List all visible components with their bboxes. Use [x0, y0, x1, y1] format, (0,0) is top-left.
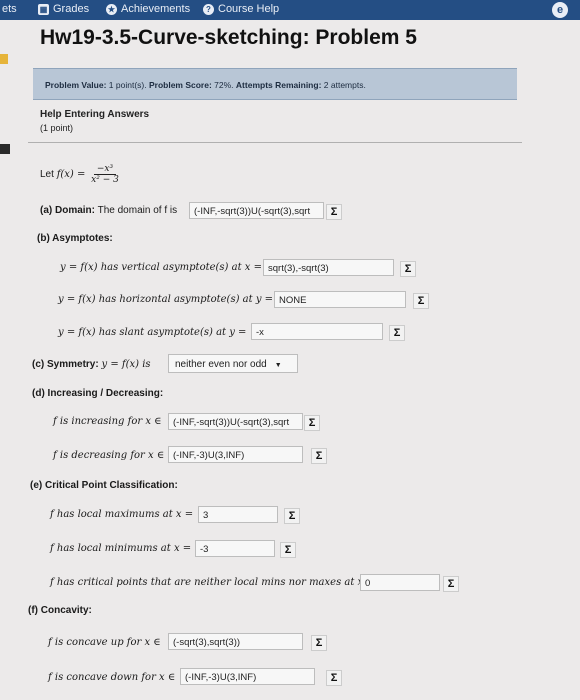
slant-asymptote-input[interactable]: -x: [251, 323, 383, 340]
problem-value-label: Problem Value:: [45, 80, 107, 90]
fraction-numerator: −x³: [93, 164, 117, 175]
symmetry-select[interactable]: neither even nor odd ▼: [168, 354, 298, 373]
critical-heading: (e) Critical Point Classification:: [30, 480, 178, 491]
local-min-text: f has local minimums at x =: [50, 543, 192, 554]
sigma-icon[interactable]: Σ: [413, 293, 429, 309]
sigma-icon[interactable]: Σ: [284, 508, 300, 524]
top-nav-bar: ets ▦ Grades ★ Achievements ? Course Hel…: [0, 0, 580, 20]
problem-score: 72%.: [214, 80, 234, 90]
page-title: Hw19-3.5-Curve-sketching: Problem 5: [40, 26, 417, 49]
symmetry-text: y = f(x) is: [101, 359, 151, 370]
nav-achievements-label: Achievements: [121, 3, 191, 15]
domain-input[interactable]: (-INF,-sqrt(3))U(-sqrt(3),sqrt: [189, 202, 324, 219]
asymptotes-heading: (b) Asymptotes:: [37, 233, 113, 244]
decreasing-text: f is decreasing for x ∈: [53, 450, 165, 461]
slant-asymptote-text: y = f(x) has slant asymptote(s) at y =: [58, 327, 247, 338]
incdec-heading: (d) Increasing / Decreasing:: [32, 388, 163, 399]
user-avatar-icon[interactable]: e: [552, 2, 568, 18]
problem-value: 1 point(s).: [108, 80, 147, 90]
sigma-icon[interactable]: Σ: [311, 635, 327, 651]
critical-label: (e) Critical Point Classification:: [30, 480, 178, 491]
grades-icon: ▦: [38, 3, 49, 15]
symmetry-label: (c) Symmetry:: [32, 359, 99, 370]
domain-label: (a) Domain:: [40, 205, 95, 216]
sidebar-edge-marker-dark: [0, 144, 10, 154]
nav-grades-label: Grades: [53, 3, 90, 15]
horizontal-asymptote-input[interactable]: NONE: [274, 291, 406, 308]
concave-down-input[interactable]: (-INF,-3)U(3,INF): [180, 668, 315, 685]
sigma-icon[interactable]: Σ: [326, 670, 342, 686]
concave-up-input[interactable]: (-sqrt(3),sqrt(3)): [168, 633, 303, 650]
domain-row: (a) Domain: The domain of f is: [40, 205, 177, 216]
neither-input[interactable]: 0: [360, 574, 440, 591]
concavity-label: (f) Concavity:: [28, 605, 92, 616]
sigma-icon[interactable]: Σ: [443, 576, 459, 592]
increasing-input[interactable]: (-INF,-sqrt(3))U(-sqrt(3),sqrt: [168, 413, 303, 430]
sigma-icon[interactable]: Σ: [311, 448, 327, 464]
sigma-icon[interactable]: Σ: [326, 204, 342, 220]
decreasing-input[interactable]: (-INF,-3)U(3,INF): [168, 446, 303, 463]
chevron-down-icon: ▼: [274, 362, 282, 369]
nav-grades[interactable]: ▦ Grades: [38, 3, 89, 15]
function-fraction: −x³ x² − 3: [88, 164, 122, 185]
attempts-remaining: 2 attempts.: [323, 80, 366, 90]
help-entering-answers-link[interactable]: Help Entering Answers: [40, 109, 149, 120]
concave-up-text: f is concave up for x ∈: [48, 637, 161, 648]
local-max-input[interactable]: 3: [198, 506, 278, 523]
vertical-asymptote-text: y = f(x) has vertical asymptote(s) at x …: [60, 262, 262, 273]
nav-achievements[interactable]: ★ Achievements: [106, 3, 190, 15]
vertical-asymptote-input[interactable]: sqrt(3),-sqrt(3): [263, 259, 394, 276]
divider: [28, 142, 522, 143]
nav-course-help-label: Course Help: [218, 3, 280, 15]
symmetry-selected-value: neither even nor odd: [175, 359, 267, 370]
nav-left-fragment[interactable]: ets: [2, 3, 17, 15]
symmetry-row: (c) Symmetry: y = f(x) is: [32, 359, 151, 370]
local-max-text: f has local maximums at x =: [50, 509, 194, 520]
function-definition: Let f(x) = −x³ x² − 3: [40, 164, 122, 185]
sigma-icon[interactable]: Σ: [389, 325, 405, 341]
neither-text: f has critical points that are neither l…: [50, 577, 375, 588]
sigma-icon[interactable]: Σ: [400, 261, 416, 277]
sidebar-edge-marker: [0, 54, 8, 64]
local-min-input[interactable]: -3: [195, 540, 275, 557]
domain-text: The domain of f is: [97, 205, 178, 216]
attempts-label: Attempts Remaining:: [235, 80, 322, 90]
increasing-text: f is increasing for x ∈: [53, 416, 162, 427]
incdec-label: (d) Increasing / Decreasing:: [32, 388, 164, 399]
let-text: Let: [40, 169, 54, 181]
sigma-icon[interactable]: Σ: [304, 415, 320, 431]
help-icon: ?: [203, 3, 214, 15]
problem-points: (1 point): [40, 123, 74, 133]
nav-course-help[interactable]: ? Course Help: [203, 3, 279, 15]
concave-down-text: f is concave down for x ∈: [48, 672, 176, 683]
function-name: f(x) =: [56, 169, 86, 181]
sigma-icon[interactable]: Σ: [280, 542, 296, 558]
horizontal-asymptote-text: y = f(x) has horizontal asymptote(s) at …: [58, 294, 274, 305]
asymptotes-label: (b) Asymptotes:: [37, 233, 113, 244]
star-icon: ★: [106, 3, 117, 15]
problem-score-label: Problem Score:: [148, 80, 212, 90]
fraction-denominator: x² − 3: [91, 175, 119, 185]
problem-info-bar: Problem Value: 1 point(s). Problem Score…: [33, 68, 517, 100]
concavity-heading: (f) Concavity:: [28, 605, 92, 616]
